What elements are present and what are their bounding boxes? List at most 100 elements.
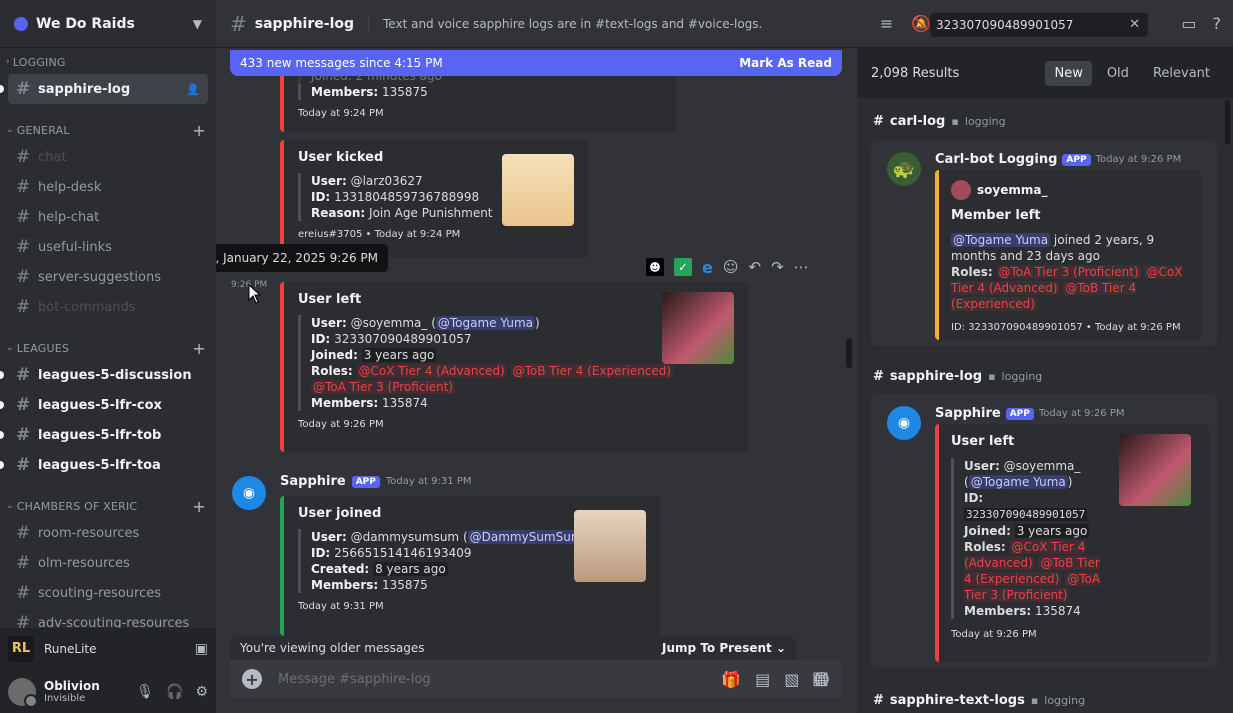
add-member-icon[interactable]: 👤	[186, 83, 200, 96]
message-author[interactable]: Sapphire	[280, 474, 346, 489]
apps-icon[interactable]: ▦	[812, 668, 829, 689]
mouse-cursor-icon	[248, 284, 262, 304]
result-channel-header[interactable]: # carl-log ▪ logging	[873, 114, 1006, 129]
embed-thumbnail[interactable]	[502, 154, 574, 226]
field-label: Members:	[964, 604, 1032, 618]
reply-icon[interactable]: ↶	[749, 258, 762, 276]
field-value: 3 years ago	[361, 348, 437, 362]
avatar[interactable]	[8, 677, 38, 708]
field-value: Join Age Punishment	[369, 206, 493, 220]
channel-label: olm-resources	[38, 555, 130, 571]
role-mention[interactable]: @ToB Tier 4 (Experienced)	[510, 364, 674, 378]
gift-icon[interactable]: 🎁	[721, 670, 741, 689]
threads-icon[interactable]: ≡	[880, 14, 893, 33]
channel-label: leagues-5-discussion	[38, 367, 192, 383]
sidebar-item-help-chat[interactable]: # help-chat	[8, 202, 208, 232]
tab-old[interactable]: Old	[1098, 61, 1138, 86]
close-icon[interactable]: ✕	[1129, 17, 1140, 32]
category-general[interactable]: ⌄ GENERAL +	[0, 118, 216, 142]
field-value: )	[534, 316, 540, 330]
sidebar-item-bot-commands[interactable]: # bot-commands	[8, 292, 208, 322]
sidebar-item-server-suggestions[interactable]: # server-suggestions	[8, 262, 208, 292]
ie-emoji[interactable]: e	[702, 258, 713, 277]
user-mention[interactable]: @Togame Yuma	[435, 316, 535, 330]
channel-label: server-suggestions	[38, 269, 161, 285]
scrollbar[interactable]	[1225, 100, 1230, 145]
add-channel-icon[interactable]: +	[192, 497, 206, 516]
category-logging[interactable]: › LOGGING	[0, 50, 216, 74]
message-composer[interactable]: + Message #sapphire-log 🎁 ▤ ▧ ☺	[230, 660, 842, 698]
check-emoji[interactable]: ✓	[674, 258, 692, 276]
gif-icon[interactable]: ▤	[755, 670, 770, 689]
more-icon[interactable]: ⋯	[794, 258, 809, 276]
embed-thumbnail[interactable]	[574, 510, 646, 582]
channel-label: useful-links	[38, 239, 112, 255]
scrollbar[interactable]	[846, 338, 852, 368]
field-value: 135874	[1035, 604, 1081, 618]
embed-thumbnail[interactable]	[1119, 434, 1191, 506]
sidebar-item-useful-links[interactable]: # useful-links	[8, 232, 208, 262]
channel-label: leagues-5-lfr-toa	[38, 457, 161, 473]
sidebar-item-help-desk[interactable]: # help-desk	[8, 172, 208, 202]
channel-topic[interactable]: Text and voice sapphire logs are in #tex…	[383, 17, 762, 31]
sidebar-item-leagues-toa[interactable]: # leagues-5-lfr-toa	[0, 450, 208, 480]
embed-thumbnail[interactable]	[662, 292, 734, 364]
search-input[interactable]: 323307090489901057 ✕	[930, 13, 1148, 37]
sidebar-item-leagues-tob[interactable]: # leagues-5-lfr-tob	[0, 420, 208, 450]
inbox-icon[interactable]: ▭	[1181, 14, 1196, 33]
sidebar-item-leagues-discussion[interactable]: # leagues-5-discussion	[0, 360, 208, 390]
channel-label: help-chat	[38, 209, 100, 225]
avatar[interactable]: ◉	[232, 476, 266, 510]
notification-muted-icon[interactable]: 🔕	[911, 14, 931, 33]
server-header[interactable]: We Do Raids ▼	[0, 0, 216, 48]
message-list: 433 new messages since 4:15 PM Mark As R…	[216, 48, 856, 713]
discord-app: We Do Raids ▼ › LOGGING # sapphire-log 👤…	[0, 0, 1233, 713]
mark-as-read-button[interactable]: Mark As Read	[739, 56, 832, 70]
add-reaction-icon[interactable]: ☺	[723, 258, 739, 276]
headphones-icon[interactable]: 🎧	[166, 684, 183, 700]
sidebar-item-leagues-cox[interactable]: # leagues-5-lfr-cox	[0, 390, 208, 420]
result-channel-header[interactable]: # sapphire-log ▪ logging	[873, 369, 1042, 384]
sticker-icon[interactable]: ▧	[784, 670, 799, 689]
message-header: Carl-bot Logging APP Today at 9:26 PM	[935, 152, 1181, 167]
microphone-icon[interactable]: 🎙	[136, 684, 154, 700]
sidebar-item-olm-resources[interactable]: # olm-resources	[8, 548, 208, 578]
search-value: 323307090489901057	[936, 18, 1074, 32]
hash-icon: #	[16, 79, 31, 99]
role-mention[interactable]: @CoX Tier 4 (Advanced)	[356, 364, 507, 378]
search-result[interactable]: ◉ Sapphire APP Today at 9:26 PM User lef…	[871, 394, 1217, 668]
result-channel-header[interactable]: # sapphire-text-logs ▪ logging	[873, 693, 1085, 708]
add-attachment-icon[interactable]: +	[242, 669, 262, 689]
embed-field: Roles: @ToA Tier 3 (Proficient) @CoX Tie…	[951, 264, 1189, 312]
screen-share-icon[interactable]: ▣	[195, 641, 208, 657]
reaction-emoji-1[interactable]: ☻	[646, 258, 664, 276]
tab-relevant[interactable]: Relevant	[1144, 61, 1219, 86]
field-value: 256651514146193409	[334, 546, 472, 560]
forward-icon[interactable]: ↷	[771, 258, 784, 276]
search-result[interactable]: 🐢 Carl-bot Logging APP Today at 9:26 PM …	[871, 140, 1217, 346]
sidebar-item-chat[interactable]: # chat	[8, 142, 208, 172]
hash-icon: #	[873, 693, 884, 708]
help-icon[interactable]: ?	[1213, 14, 1222, 33]
jump-to-present-button[interactable]: Jump To Present ⌄	[662, 641, 786, 655]
sidebar-item-scouting-resources[interactable]: # scouting-resources	[8, 578, 208, 608]
runelite-logo: RL	[8, 635, 34, 662]
field-value: 135874	[382, 396, 428, 410]
gear-icon[interactable]: ⚙	[195, 684, 208, 700]
category-cox[interactable]: ⌄ CHAMBERS OF XERIC +	[0, 494, 216, 518]
user-mention[interactable]: @DammySumSum	[467, 530, 585, 544]
role-mention[interactable]: @ToA Tier 3 (Proficient)	[996, 265, 1141, 279]
role-mention[interactable]: @ToA Tier 3 (Proficient)	[311, 380, 456, 394]
hash-icon: #	[16, 297, 31, 317]
sidebar-item-room-resources[interactable]: # room-resources	[8, 518, 208, 548]
field-label: Roles:	[951, 265, 993, 279]
tab-new[interactable]: New	[1045, 60, 1092, 86]
new-messages-bar[interactable]: 433 new messages since 4:15 PM Mark As R…	[230, 50, 842, 76]
add-channel-icon[interactable]: +	[192, 339, 206, 358]
add-channel-icon[interactable]: +	[192, 121, 206, 140]
category-leagues[interactable]: ⌄ LEAGUES +	[0, 336, 216, 360]
user-mention[interactable]: @Togame Yuma	[951, 233, 1051, 247]
user-mention[interactable]: @Togame Yuma	[968, 475, 1068, 489]
message-input[interactable]: Message #sapphire-log	[278, 672, 431, 687]
sidebar-item-sapphire-log[interactable]: # sapphire-log 👤	[0, 74, 208, 104]
